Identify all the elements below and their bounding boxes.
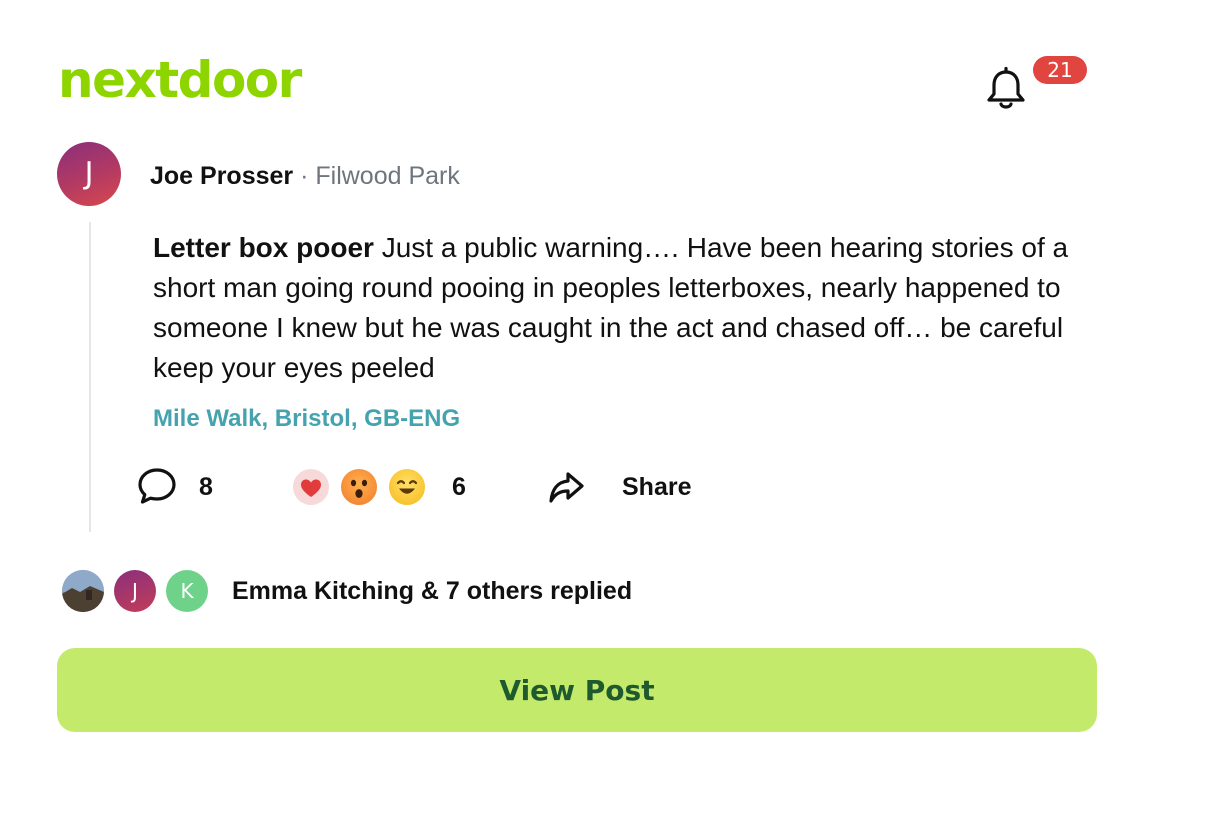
comment-icon (138, 468, 176, 504)
notifications-button[interactable] (983, 66, 1029, 112)
author-neighborhood[interactable]: Filwood Park (315, 162, 460, 190)
reply-avatar-photo[interactable] (62, 570, 104, 612)
reply-avatar-j[interactable]: J (114, 570, 156, 612)
landscape-photo-icon (62, 570, 104, 612)
author-line: Joe Prosser · Filwood Park (150, 160, 460, 192)
bell-icon (987, 66, 1025, 109)
share-button[interactable]: Share (622, 472, 691, 502)
thread-line (89, 222, 91, 532)
heart-icon (301, 479, 321, 497)
post-location[interactable]: Mile Walk, Bristol, GB-ENG (153, 403, 460, 435)
reaction-count[interactable]: 6 (452, 472, 466, 502)
author-separator: · (300, 162, 309, 190)
laughing-face-icon (396, 480, 418, 494)
reaction-heart[interactable] (291, 467, 331, 507)
nextdoor-logo[interactable]: nextdoor (58, 50, 302, 110)
author-avatar[interactable]: J (57, 142, 121, 206)
reaction-wow[interactable] (339, 467, 379, 507)
post-content[interactable]: Letter box pooer Just a public warning….… (153, 228, 1113, 388)
comment-button[interactable] (136, 465, 178, 507)
replies-summary[interactable]: Emma Kitching & 7 others replied (232, 575, 632, 607)
comment-count[interactable]: 8 (199, 472, 213, 502)
author-name[interactable]: Joe Prosser (150, 162, 293, 190)
reaction-laugh[interactable] (387, 467, 427, 507)
share-icon (549, 472, 584, 503)
notification-count-badge: 21 (1033, 56, 1087, 84)
wow-face-icon (350, 479, 368, 498)
post-title: Letter box pooer (153, 232, 374, 263)
view-post-button[interactable]: View Post (57, 648, 1097, 732)
reply-avatar-k[interactable]: K (166, 570, 208, 612)
share-icon-button[interactable] (545, 466, 587, 508)
